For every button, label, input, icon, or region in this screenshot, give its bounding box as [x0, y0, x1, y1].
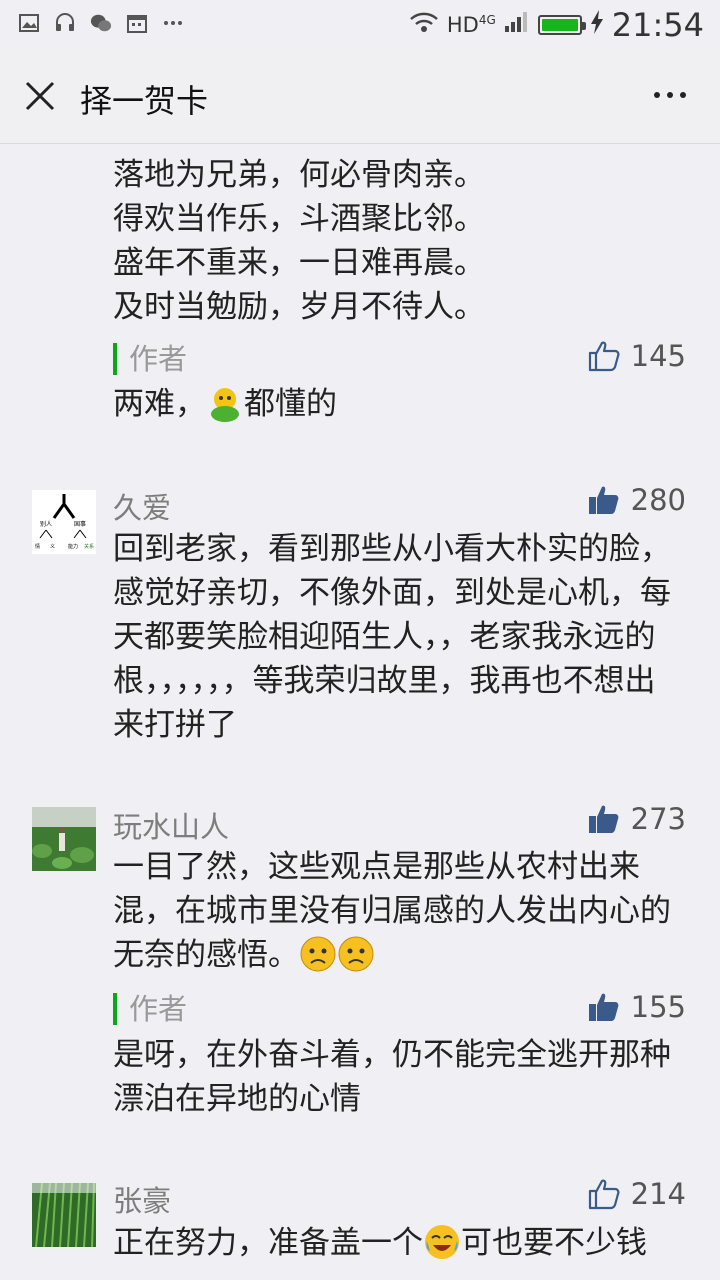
author-reply-text: 是呀，在外奋斗着，仍不能完全逃开那种漂泊在异地的心情 — [113, 1037, 671, 1117]
like-button[interactable]: 145 — [587, 339, 686, 373]
like-count: 280 — [630, 483, 686, 517]
avatar-label: 义 — [50, 544, 55, 550]
like-button[interactable]: 280 — [587, 483, 686, 517]
charging-icon — [590, 9, 604, 42]
like-button[interactable]: 214 — [587, 1177, 686, 1211]
like-button[interactable]: 273 — [587, 802, 686, 836]
reply-text-part: 两难， — [113, 386, 206, 422]
author-reply-label: 作者 — [113, 343, 187, 375]
comment-text: 回到老家，看到那些从小看大朴实的脸，感觉好亲切，不像外面，到处是心机，每天都要笑… — [113, 531, 671, 743]
poem-line: 盛年不重来，一日难再晨。 — [113, 245, 485, 281]
sad-face-emoji-icon — [300, 936, 336, 972]
sad-face-emoji-icon — [338, 936, 374, 972]
battery-icon — [537, 15, 586, 35]
wechat-icon — [90, 12, 112, 34]
thumbs-up-filled-icon — [588, 993, 619, 1021]
image-icon — [18, 12, 40, 34]
avatar[interactable] — [32, 807, 96, 871]
avatar[interactable] — [32, 1183, 96, 1247]
more-dot — [680, 92, 686, 98]
comment-username[interactable]: 久爱 — [113, 485, 171, 527]
like-count: 273 — [630, 802, 686, 836]
avatar-label: 关系 — [84, 543, 94, 550]
comment-text-part: 可也要不少钱 — [461, 1225, 647, 1261]
reply-text-part: 都懂的 — [244, 386, 337, 422]
thumbs-up-outline-icon — [588, 1179, 620, 1210]
headset-icon — [54, 12, 76, 34]
title-bar: 择一贺卡 — [0, 50, 720, 144]
poem-line: 落地为兄弟，何必骨肉亲。 — [113, 157, 485, 193]
like-count: 214 — [630, 1177, 686, 1211]
comment-text-part: 正在努力，准备盖一个 — [113, 1225, 423, 1261]
close-button[interactable] — [20, 76, 60, 116]
author-reply-text: 两难， 都懂的 — [113, 382, 693, 426]
comment-username[interactable]: 玩水山人 — [113, 804, 229, 846]
wifi-icon — [409, 10, 439, 40]
comment-list[interactable]: 落地为兄弟，何必骨肉亲。 得欢当作乐，斗酒聚比邻。 盛年不重来，一日难再晨。 及… — [0, 145, 720, 1280]
close-icon — [25, 81, 55, 111]
comment-text: 落地为兄弟，何必骨肉亲。 得欢当作乐，斗酒聚比邻。 盛年不重来，一日难再晨。 及… — [113, 153, 485, 329]
like-button[interactable]: 155 — [587, 990, 686, 1024]
avatar[interactable]: 别人 国事 情 义 能力 关系 — [32, 490, 96, 554]
signal-icon — [504, 10, 530, 41]
status-bar: HD4G 21:54 — [0, 0, 720, 50]
comment-text: 一目了然，这些观点是那些从农村出来混，在城市里没有归属感的人发出内心的无奈的感悟… — [113, 845, 683, 977]
network-type: HD4G — [446, 13, 496, 37]
more-dot — [667, 92, 673, 98]
avatar-label: 国事 — [74, 520, 86, 528]
crying-laughing-emoji-icon — [425, 1225, 459, 1259]
more-dot — [654, 92, 660, 98]
clock: 21:54 — [611, 6, 704, 44]
thumbs-up-outline-icon — [588, 341, 620, 372]
comment-text: 正在努力，准备盖一个 可也要不少钱 — [113, 1221, 713, 1265]
system-status: HD4G 21:54 — [409, 6, 704, 44]
like-count: 155 — [630, 990, 686, 1024]
more-options-button[interactable] — [654, 92, 686, 98]
avatar-label: 情 — [35, 543, 40, 550]
avatar-image — [32, 807, 96, 871]
comment-text-part: 一目了然，这些观点是那些从农村出来混，在城市里没有归属感的人发出内心的无奈的感悟… — [113, 849, 671, 973]
poem-line: 及时当勉励，岁月不待人。 — [113, 289, 485, 325]
thumbs-up-filled-icon — [588, 486, 619, 514]
page-title: 择一贺卡 — [80, 82, 209, 120]
avatar-image: 别人 国事 情 义 能力 关系 — [32, 490, 96, 554]
comment-username[interactable]: 张豪 — [113, 1178, 171, 1220]
like-count: 145 — [630, 339, 686, 373]
more-notifications-icon — [162, 12, 184, 34]
avatar-image — [32, 1183, 96, 1247]
avatar-label: 别人 — [40, 520, 52, 528]
author-reply-label: 作者 — [113, 993, 187, 1025]
green-face-emoji-icon — [211, 388, 239, 422]
poem-line: 得欢当作乐，斗酒聚比邻。 — [113, 201, 485, 237]
avatar-label: 能力 — [68, 543, 78, 550]
calendar-icon — [126, 12, 148, 34]
thumbs-up-filled-icon — [588, 805, 619, 833]
notification-icons — [18, 12, 184, 34]
